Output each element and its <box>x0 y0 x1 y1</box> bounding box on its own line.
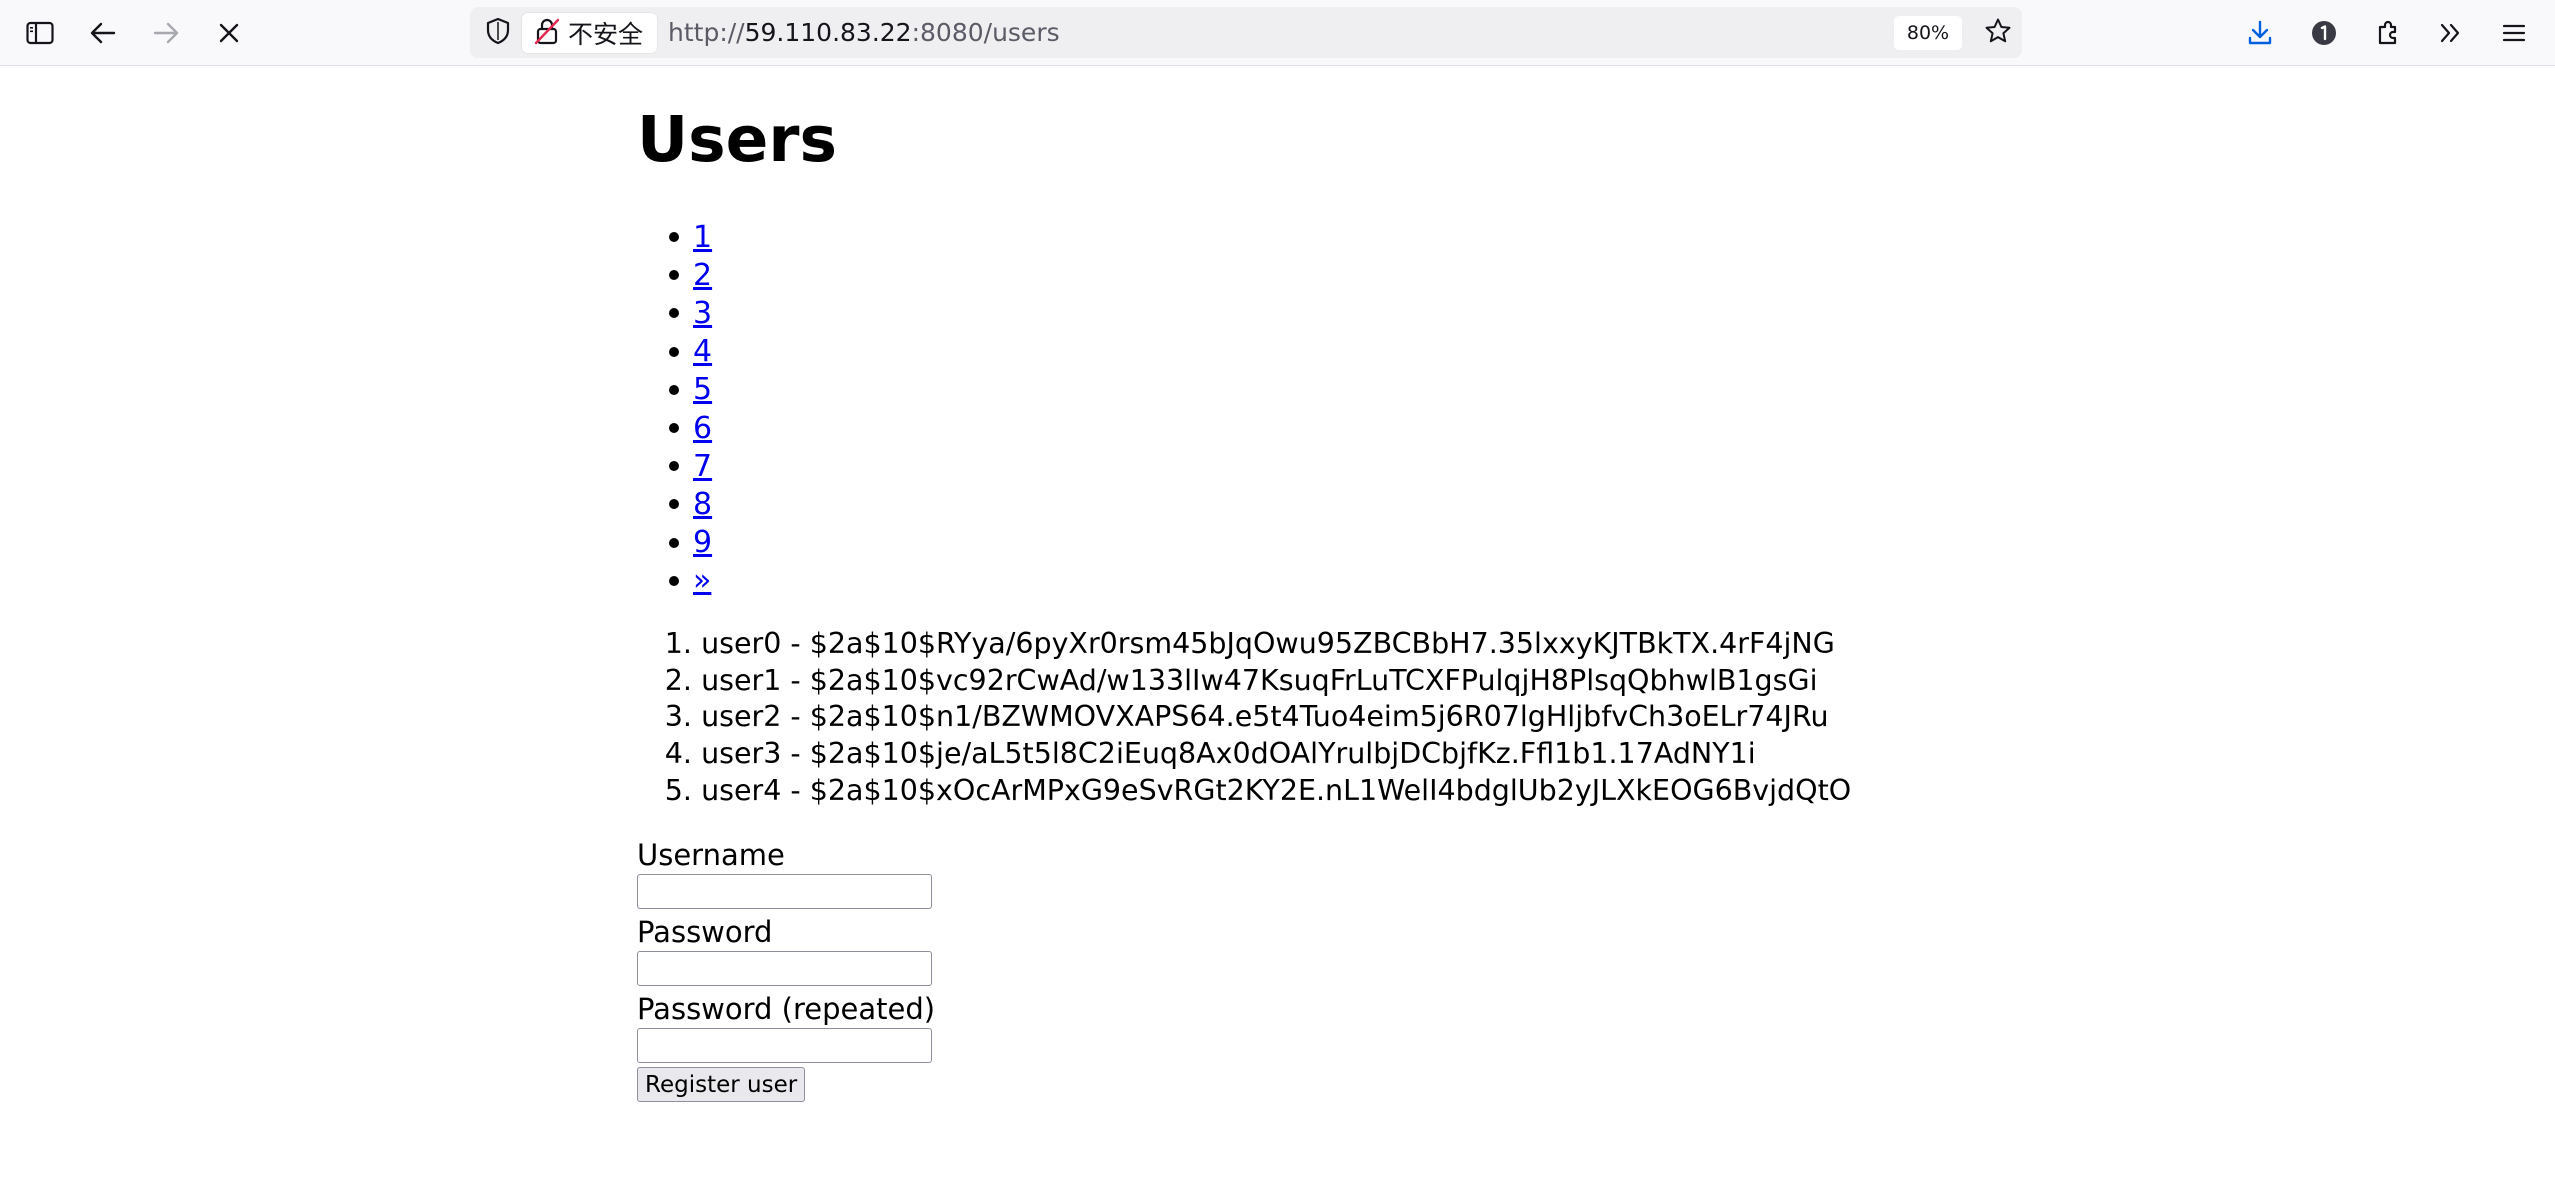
page-link-3[interactable]: 3 <box>693 296 712 331</box>
forward-arrow-icon <box>152 21 180 45</box>
password-label: Password <box>637 915 773 949</box>
downloads-button[interactable] <box>2240 13 2280 53</box>
bullet <box>669 423 679 434</box>
page-link-next[interactable]: » <box>693 563 711 598</box>
user-entry-text: user3 - $2a$10$je/aL5t5l8C2iEuq8Ax0dOAlY… <box>701 737 1756 771</box>
overflow-menu-button[interactable] <box>2431 13 2471 53</box>
user-list-item: 4. user3 - $2a$10$je/aL5t5l8C2iEuq8Ax0dO… <box>637 735 1851 772</box>
sidebar-toggle-button[interactable] <box>20 13 60 53</box>
bullet <box>669 346 679 357</box>
download-icon <box>2246 19 2274 47</box>
bullet <box>669 499 679 510</box>
pagination-item: » <box>637 562 712 600</box>
user-entry-text: user2 - $2a$10$n1/BZWMOVXAPS64.e5t4Tuo4e… <box>701 700 1829 734</box>
url-host: 59.110.83.22 <box>744 18 912 47</box>
star-icon <box>1984 17 2012 49</box>
password-repeat-label: Password (repeated) <box>637 992 936 1026</box>
pagination-item: 7 <box>637 447 712 485</box>
extensions-button[interactable] <box>2368 13 2408 53</box>
pagination-item: 4 <box>637 333 712 371</box>
page-title: Users <box>637 103 837 176</box>
stop-loading-button[interactable] <box>209 13 249 53</box>
list-number: 4. <box>664 737 692 771</box>
password-repeat-input[interactable] <box>637 1028 932 1063</box>
bullet <box>669 308 679 319</box>
stop-loading-icon <box>217 21 241 45</box>
page-link-8[interactable]: 8 <box>693 487 712 522</box>
url-path: :8080/users <box>911 18 1060 47</box>
tracking-protection-button[interactable] <box>480 15 516 51</box>
pagination-item: 1 <box>637 218 712 256</box>
sidebar-icon <box>26 21 54 45</box>
bullet <box>669 270 679 281</box>
user-list-item: 5. user4 - $2a$10$xOcArMPxG9eSvRGt2KY2E.… <box>637 772 1851 809</box>
list-number: 3. <box>664 700 692 734</box>
user-list-item: 2. user1 - $2a$10$vc92rCwAd/w133lIw47Ksu… <box>637 662 1851 699</box>
back-arrow-icon <box>89 21 117 45</box>
list-number: 5. <box>664 774 692 808</box>
bullet <box>669 461 679 472</box>
user-list: 1. user0 - $2a$10$RYya/6pyXr0rsm45bJqOwu… <box>637 625 1851 809</box>
user-list-item: 3. user2 - $2a$10$n1/BZWMOVXAPS64.e5t4Tu… <box>637 699 1851 736</box>
user-entry-text: user1 - $2a$10$vc92rCwAd/w133lIw47KsuqFr… <box>701 663 1818 697</box>
bullet <box>669 232 679 243</box>
connection-insecure-indicator[interactable]: 不安全 <box>522 13 658 53</box>
page-link-2[interactable]: 2 <box>693 258 712 293</box>
bullet <box>669 575 679 586</box>
shield-icon <box>485 17 511 49</box>
bullet <box>669 537 679 548</box>
zoom-level-button[interactable]: 80% <box>1894 16 1962 50</box>
register-user-form: Username Password Password (repeated) Re… <box>637 836 935 1102</box>
page-link-5[interactable]: 5 <box>693 372 712 407</box>
password-manager-icon <box>2310 19 2338 47</box>
pagination-item: 6 <box>637 409 712 447</box>
pagination-item: 5 <box>637 371 712 409</box>
bookmark-button[interactable] <box>1978 13 2018 53</box>
page-link-9[interactable]: 9 <box>693 525 712 560</box>
browser-toolbar: 不安全 http://59.110.83.22:8080/users 80% <box>0 0 2555 66</box>
page-link-6[interactable]: 6 <box>693 411 712 446</box>
pagination-item: 3 <box>637 294 712 332</box>
overflow-chevrons-icon <box>2437 19 2465 47</box>
app-menu-button[interactable] <box>2494 13 2534 53</box>
back-button[interactable] <box>83 13 123 53</box>
user-entry-text: user4 - $2a$10$xOcArMPxG9eSvRGt2KY2E.nL1… <box>701 774 1852 808</box>
register-user-button[interactable]: Register user <box>637 1067 806 1102</box>
url-text[interactable]: http://59.110.83.22:8080/users <box>668 7 1060 58</box>
address-bar[interactable]: 不安全 http://59.110.83.22:8080/users 80% <box>470 7 2022 58</box>
list-number: 1. <box>664 626 692 660</box>
pagination-item: 9 <box>637 524 712 562</box>
username-label: Username <box>637 838 785 872</box>
password-manager-button[interactable] <box>2304 13 2344 53</box>
insecure-label: 不安全 <box>568 20 644 49</box>
bullet <box>669 384 679 395</box>
page-link-7[interactable]: 7 <box>693 449 712 484</box>
insecure-lock-icon <box>534 17 560 49</box>
user-entry-text: user0 - $2a$10$RYya/6pyXr0rsm45bJqOwu95Z… <box>701 626 1835 660</box>
pagination-list: 1 2 3 4 5 6 7 8 9 » <box>637 218 712 600</box>
page-link-1[interactable]: 1 <box>693 220 712 255</box>
forward-button[interactable] <box>146 13 186 53</box>
user-list-item: 1. user0 - $2a$10$RYya/6pyXr0rsm45bJqOwu… <box>637 625 1851 662</box>
list-number: 2. <box>664 663 692 697</box>
url-protocol: http:// <box>668 18 745 47</box>
page-link-4[interactable]: 4 <box>693 334 712 369</box>
username-input[interactable] <box>637 874 932 909</box>
password-input[interactable] <box>637 951 932 986</box>
hamburger-menu-icon <box>2501 21 2527 45</box>
extensions-icon <box>2374 19 2402 47</box>
pagination-item: 2 <box>637 256 712 294</box>
pagination-item: 8 <box>637 485 712 523</box>
